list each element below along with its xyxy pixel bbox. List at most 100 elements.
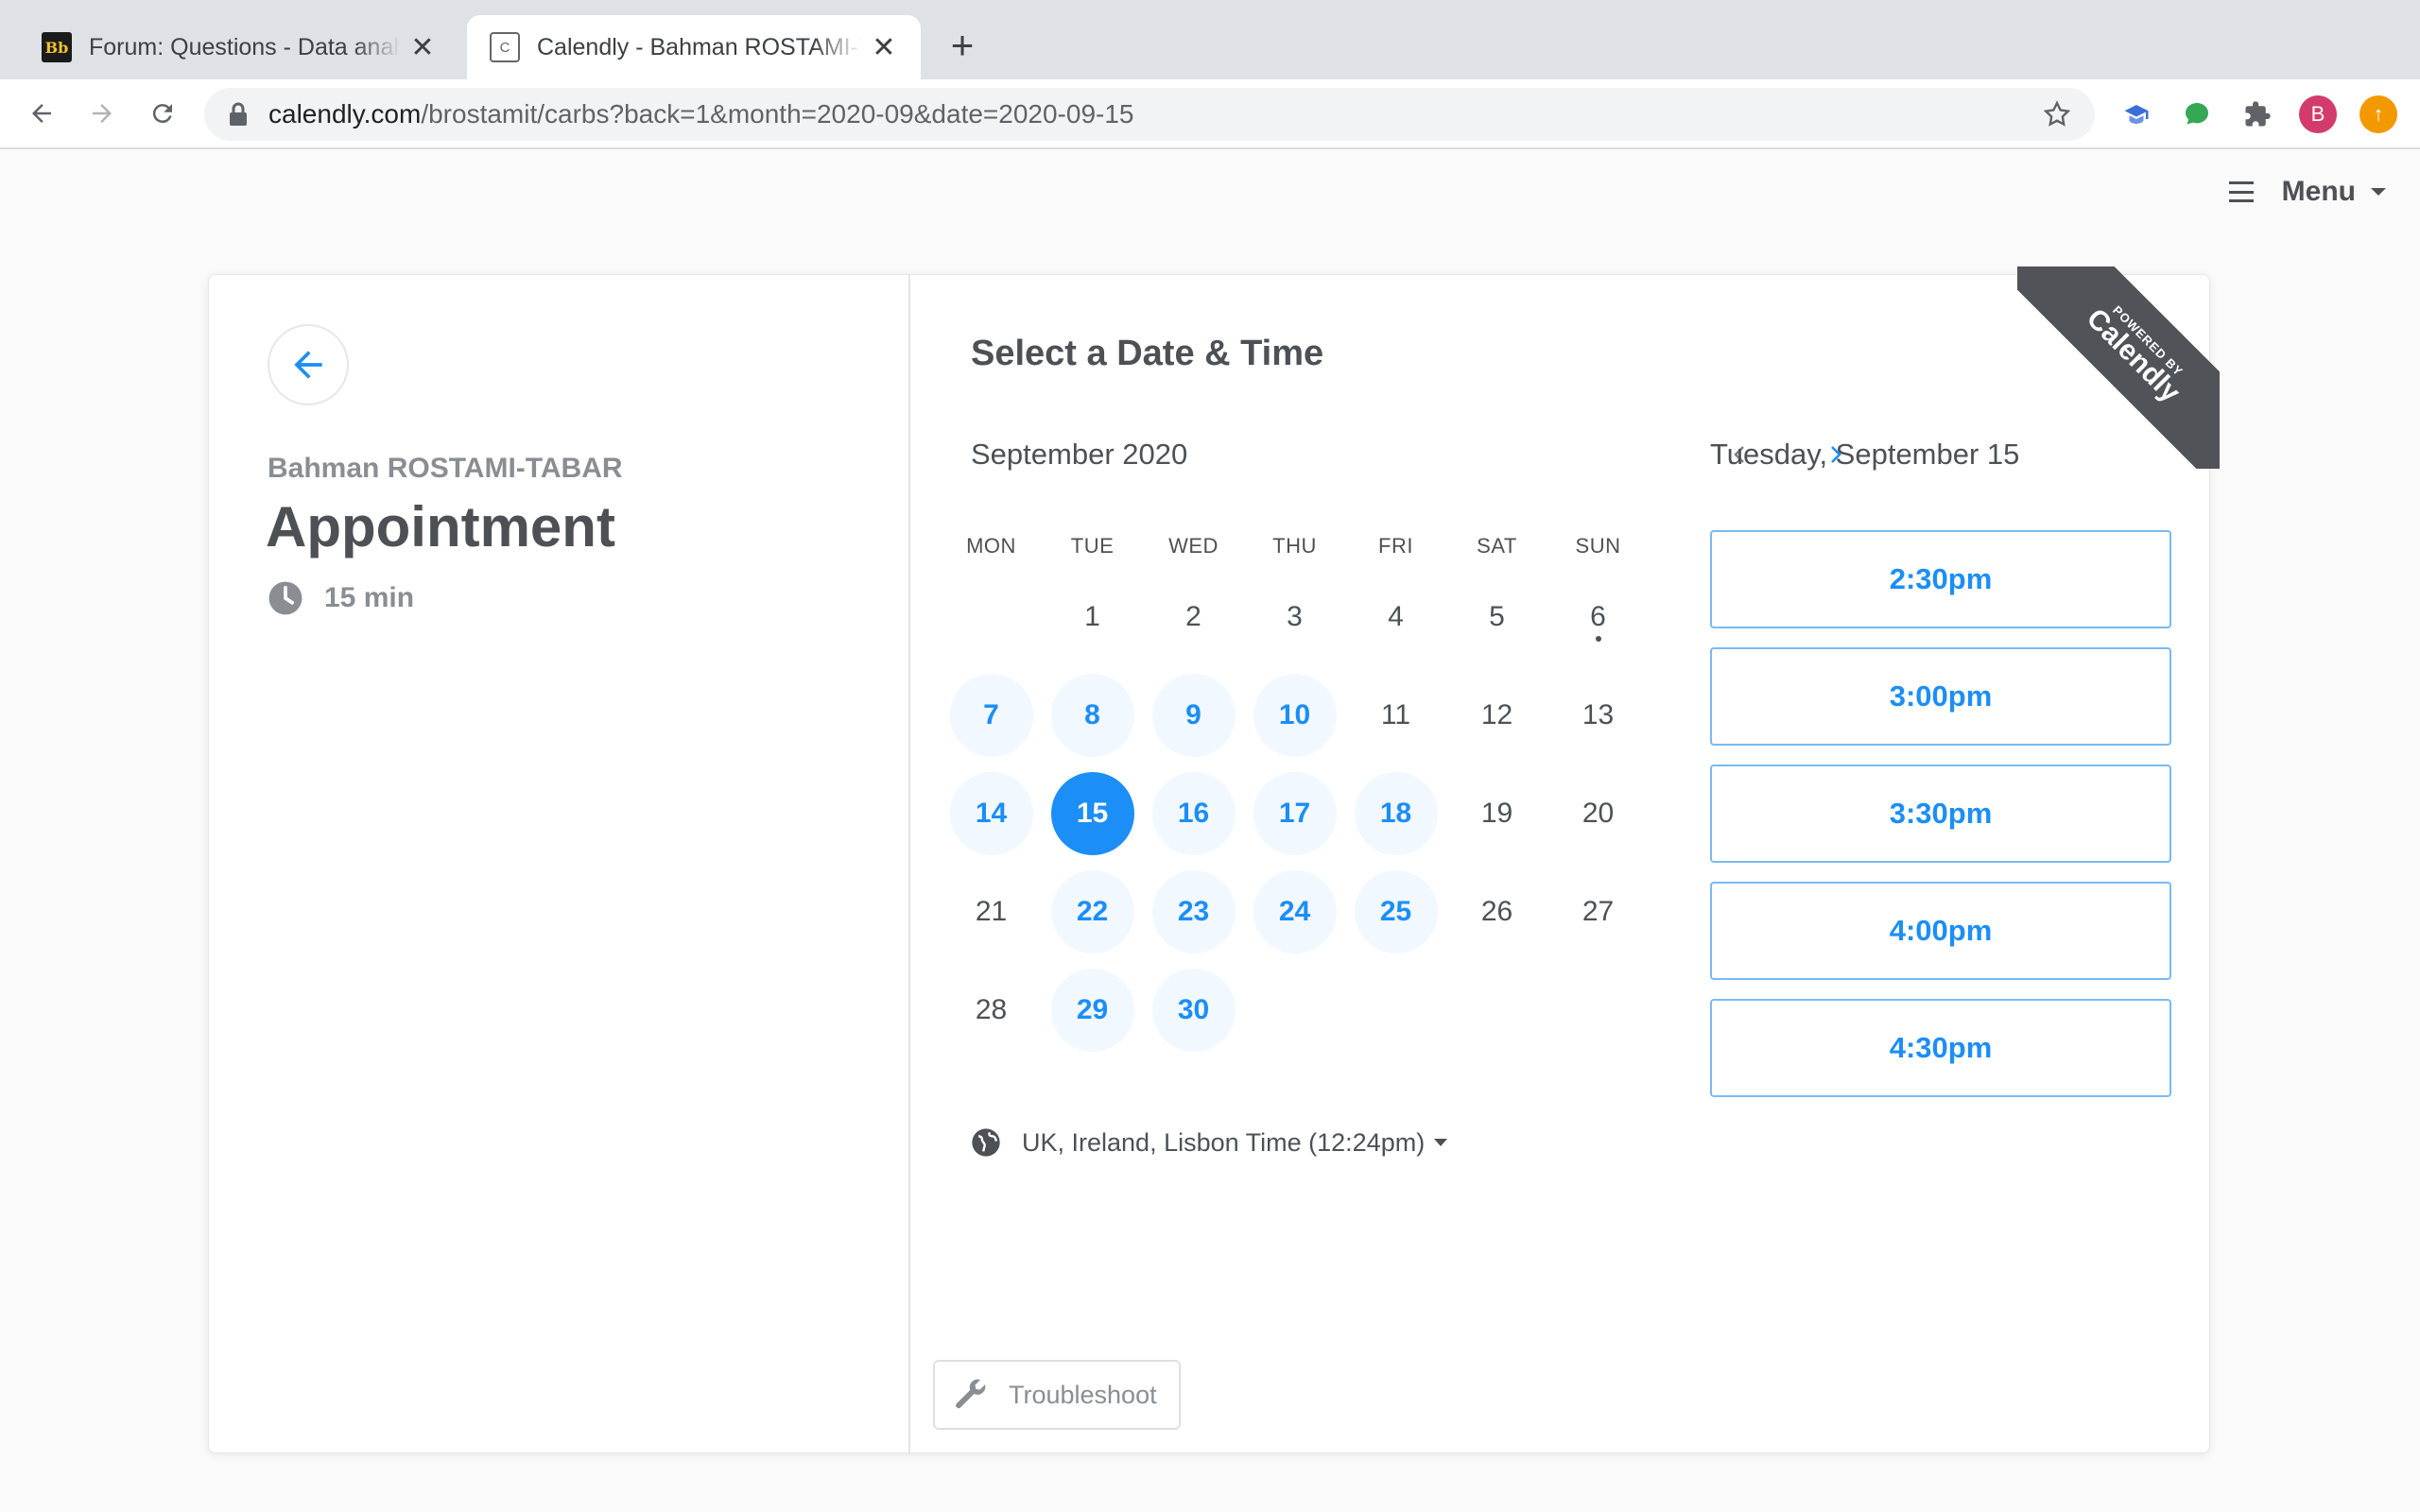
menu-button[interactable]: Menu xyxy=(2228,176,2386,208)
weekday-label: SUN xyxy=(1575,534,1621,558)
browser-toolbar: calendly.com/brostamit/carbs?back=1&mont… xyxy=(0,79,2420,149)
calendar-cell: 1 xyxy=(1042,568,1143,666)
forward-nav-button[interactable] xyxy=(81,93,123,134)
chat-bubble-extension-icon[interactable] xyxy=(2178,95,2216,133)
calendar-cell: 19 xyxy=(1446,765,1547,863)
weekday-label: THU xyxy=(1272,534,1317,558)
menu-label: Menu xyxy=(2281,176,2356,207)
calendar-day-available[interactable]: 23 xyxy=(1151,870,1236,954)
calendar-cell: 16 xyxy=(1143,765,1244,863)
graduation-cap-extension-icon[interactable] xyxy=(2118,95,2155,133)
calendar-cell: 8 xyxy=(1042,666,1143,765)
calendar-day-available[interactable]: 7 xyxy=(949,674,1033,757)
reload-icon xyxy=(152,104,172,124)
calendar-cell: 10 xyxy=(1244,666,1345,765)
blackboard-icon: Bb xyxy=(42,32,72,62)
profile-avatar[interactable]: B xyxy=(2299,95,2337,133)
calendar-day-available[interactable]: 22 xyxy=(1050,870,1134,954)
calendar-cell: 11 xyxy=(1345,666,1446,765)
calendar-cell: 3 xyxy=(1244,568,1345,666)
weekday-header: MON TUE WED THU FRI SAT SUN xyxy=(941,534,1651,558)
calendar-day-available[interactable]: 8 xyxy=(1050,674,1134,757)
calendar-day-available[interactable]: 30 xyxy=(1151,969,1236,1052)
arrow-left-icon xyxy=(294,351,322,379)
calendar-cell: 17 xyxy=(1244,765,1345,863)
calendar-cell: 6 xyxy=(1547,568,1649,666)
hamburger-icon xyxy=(2228,181,2254,202)
time-slot-button[interactable]: 4:00pm xyxy=(1710,882,2171,980)
calendar-day: 21 xyxy=(975,896,1008,927)
duration-text: 15 min xyxy=(324,582,415,613)
calendar-day-available[interactable]: 18 xyxy=(1354,772,1438,855)
reload-button[interactable] xyxy=(142,93,183,134)
calendar-day: 4 xyxy=(1388,601,1404,632)
calendar-day: 5 xyxy=(1489,601,1505,632)
powered-by-calendly-badge[interactable]: POWERED BY Calendly xyxy=(2017,266,2220,469)
calendar-day: 12 xyxy=(1480,699,1513,730)
close-tab-icon[interactable]: ✕ xyxy=(870,32,898,63)
lock-icon xyxy=(227,101,250,128)
calendar-day-available[interactable]: 29 xyxy=(1050,969,1134,1052)
calendar-day-available[interactable]: 16 xyxy=(1151,772,1236,855)
calendar-cell: 9 xyxy=(1143,666,1244,765)
globe-icon xyxy=(972,1128,1000,1157)
wrench-icon xyxy=(956,1379,986,1409)
time-slot-button[interactable]: 2:30pm xyxy=(1710,530,2171,628)
calendar-day-available[interactable]: 25 xyxy=(1354,870,1438,954)
calendar-grid: 1 2 3 4 5 6 7 8 9 10 11 12 13 14 15 16 17 18 19 20 21 22 23 24 2… xyxy=(941,568,1651,1059)
back-nav-button[interactable] xyxy=(21,93,62,134)
calendar-cell: 26 xyxy=(1446,863,1547,961)
calendar-cell: 22 xyxy=(1042,863,1143,961)
calendar-day: 28 xyxy=(975,994,1008,1025)
calendar-day-available[interactable]: 14 xyxy=(949,772,1033,855)
back-button[interactable] xyxy=(268,324,349,405)
time-slot-button[interactable]: 3:00pm xyxy=(1710,647,2171,746)
troubleshoot-button[interactable]: Troubleshoot xyxy=(933,1360,1181,1430)
calendar-cell: 23 xyxy=(1143,863,1244,961)
url-path: /brostamit/carbs?back=1&month=2020-09&da… xyxy=(421,99,1134,129)
arrow-left-icon xyxy=(32,104,51,123)
update-arrow-icon[interactable]: ↑ xyxy=(2360,95,2397,133)
time-slot-button[interactable]: 4:30pm xyxy=(1710,999,2171,1097)
browser-tab-forum[interactable]: Bb Forum: Questions - Data analyti ✕ xyxy=(19,15,459,79)
address-bar[interactable]: calendly.com/brostamit/carbs?back=1&mont… xyxy=(204,88,2095,141)
month-label: September 2020 xyxy=(971,438,1188,471)
calendar-day-available[interactable]: 17 xyxy=(1253,772,1337,855)
calendar-day: 19 xyxy=(1480,798,1513,829)
close-tab-icon[interactable]: ✕ xyxy=(408,32,437,63)
new-tab-button[interactable]: + xyxy=(942,23,983,67)
browser-tab-calendly[interactable]: C Calendly - Bahman ROSTAMI-TABAR ✕ xyxy=(467,15,921,79)
calendar-day: 2 xyxy=(1185,601,1201,632)
weekday-label: SAT xyxy=(1477,534,1517,558)
booking-card: Bahman ROSTAMI-TABAR Appointment 15 min … xyxy=(208,274,2210,1453)
url-domain: calendly.com xyxy=(268,99,422,129)
calendar-day: 27 xyxy=(1582,896,1615,927)
puzzle-extensions-icon[interactable] xyxy=(2238,95,2276,133)
calendar-day-selected[interactable]: 15 xyxy=(1050,772,1134,855)
weekday-label: FRI xyxy=(1378,534,1413,558)
arrow-right-icon xyxy=(93,104,112,123)
calendar-day: 3 xyxy=(1287,601,1303,632)
calendar-cell: 20 xyxy=(1547,765,1649,863)
calendar-cell: 29 xyxy=(1042,961,1143,1059)
weekday-label: MON xyxy=(966,534,1016,558)
time-slot-button[interactable]: 3:30pm xyxy=(1710,765,2171,863)
timezone-selector[interactable]: UK, Ireland, Lisbon Time (12:24pm) xyxy=(971,1127,1448,1158)
calendar-cell: 30 xyxy=(1143,961,1244,1059)
calendar-cell: 25 xyxy=(1345,863,1446,961)
calendar-day-available[interactable]: 10 xyxy=(1253,674,1337,757)
calendar-day-available[interactable]: 9 xyxy=(1151,674,1236,757)
event-details-pane: Bahman ROSTAMI-TABAR Appointment 15 min xyxy=(209,275,910,1452)
weekday-label: TUE xyxy=(1070,534,1115,558)
calendar-cell: 14 xyxy=(941,765,1042,863)
calendar-cell: 28 xyxy=(941,961,1042,1059)
calendar-day-available[interactable]: 24 xyxy=(1253,870,1337,954)
calendar-cell: 7 xyxy=(941,666,1042,765)
powered-by-ribbon: POWERED BY Calendly xyxy=(2017,266,2220,469)
bookmark-star-icon[interactable] xyxy=(2042,99,2072,129)
url-text: calendly.com/brostamit/carbs?back=1&mont… xyxy=(268,99,1134,129)
calendar-day: 6 xyxy=(1557,576,1640,659)
calendar-cell: 27 xyxy=(1547,863,1649,961)
calendar-cell: 12 xyxy=(1446,666,1547,765)
calendly-icon: C xyxy=(490,32,520,62)
